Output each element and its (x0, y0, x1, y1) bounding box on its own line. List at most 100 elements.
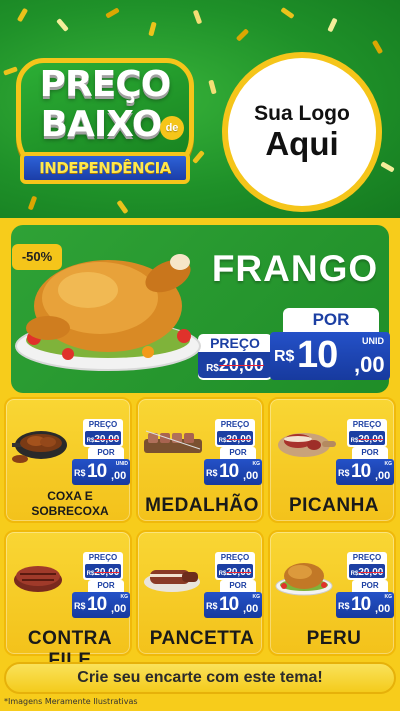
old-price-label: PREÇO (220, 420, 250, 429)
old-price: R$20,00 (85, 431, 121, 445)
disclaimer-text: *Imagens Meramente Ilustrativas (4, 697, 138, 706)
hero-old-price-box: PREÇO R$20,00 (198, 334, 272, 380)
product-card: PREÇO R$20,00 POR R$ 10 ,00 KG PICANHA (268, 397, 396, 523)
price-cents: ,00 (243, 603, 259, 615)
old-price: R$20,00 (217, 431, 253, 445)
price-int: 10 (87, 594, 107, 615)
hero-price-box: R$ 10 ,00 UNID (270, 332, 390, 380)
product-card: PREÇO R$20,00 POR R$ 10 ,00 KG PANCETTA (136, 530, 264, 656)
old-price: R$20,00 (349, 431, 385, 445)
old-value: 20,00 (94, 434, 120, 445)
old-value: 20,00 (226, 434, 252, 445)
currency: R$ (338, 601, 350, 611)
product-card: PREÇO R$20,00 POR R$ 10 ,00 KG MEDALHÃO (136, 397, 264, 523)
confetti-decoration (192, 9, 203, 25)
por-label: POR (352, 580, 388, 592)
price-cents: ,00 (243, 470, 259, 482)
price-box: R$ 10 ,00 KG (204, 459, 262, 485)
old-price-label: PREÇO (352, 420, 382, 429)
old-price-label: PREÇO (88, 553, 118, 562)
product-name-line2: SOBRECOXA (31, 504, 109, 518)
old-price-box: PREÇO R$20,00 (83, 552, 123, 580)
price-box: R$ 10 ,00 KG (72, 592, 130, 618)
price-unit: KG (252, 594, 261, 600)
price-int: 10 (87, 461, 107, 482)
confetti-decoration (371, 39, 384, 55)
old-price-box: PREÇO R$20,00 (347, 552, 387, 580)
old-price-box: PREÇO R$20,00 (83, 419, 123, 447)
product-card: PREÇO R$20,00 POR R$ 10 ,00 KG PERU (268, 530, 396, 656)
product-name: PERU (306, 628, 362, 649)
por-label: POR (88, 580, 124, 592)
currency: R$ (206, 601, 218, 611)
old-price: R$20,00 (349, 564, 385, 578)
price-unit: KG (252, 461, 261, 467)
price-box: R$ 10 ,00 KG (336, 459, 394, 485)
product-name: COXA E SOBRECOXA (6, 489, 134, 519)
flyer-page: PREÇO BAIXO de INDEPENDÊNCIA Sua Logo Aq… (0, 0, 400, 711)
confetti-decoration (380, 161, 395, 173)
price-box: R$ 10 ,00 KG (336, 592, 394, 618)
old-value: 20,00 (358, 434, 384, 445)
currency: R$ (74, 601, 86, 611)
campaign-badge: PREÇO BAIXO de INDEPENDÊNCIA (10, 58, 200, 200)
logo-text-line1: Sua Logo (254, 102, 350, 125)
price-cents: ,00 (375, 470, 391, 482)
confetti-decoration (148, 21, 157, 37)
old-price-box: PREÇO R$20,00 (347, 419, 387, 447)
pancetta-icon (144, 570, 200, 592)
hero-product-name: FRANGO (211, 248, 379, 289)
cta-banner[interactable]: Crie seu encarte com este tema! (4, 662, 396, 694)
confetti-decoration (56, 18, 69, 32)
price-box: R$ 10 ,00 UNID (72, 459, 130, 485)
price-int: 10 (351, 594, 371, 615)
currency: R$ (338, 468, 350, 478)
old-value: 20,00 (226, 567, 252, 578)
hero-price-int: 10 (297, 334, 338, 376)
chicken-legs-pan-icon (12, 431, 67, 463)
hero-por-label: POR (283, 308, 379, 332)
hero-old-price: R$20,00 (198, 352, 272, 378)
old-value: 20,00 (94, 567, 120, 578)
badge-title-line2: BAIXO (40, 104, 163, 145)
old-price-label: PREÇO (352, 553, 382, 562)
confetti-decoration (208, 79, 217, 95)
medallion-skewers-icon (144, 430, 202, 453)
hero-currency: R$ (274, 348, 295, 365)
confetti-decoration (280, 6, 295, 20)
picanha-board-icon (278, 433, 336, 457)
price-cents: ,00 (111, 603, 127, 615)
price-unit: KG (384, 461, 393, 467)
roast-turkey-icon (275, 563, 333, 596)
hero-old-price-label: PREÇO (210, 335, 260, 351)
logo-text-line2: Aqui (265, 125, 339, 162)
price-int: 10 (219, 594, 239, 615)
old-price-label: PREÇO (220, 553, 250, 562)
old-price: R$20,00 (85, 564, 121, 578)
product-name-line1: COXA E (47, 489, 93, 503)
confetti-decoration (105, 7, 120, 19)
old-price: R$20,00 (217, 564, 253, 578)
price-cents: ,00 (375, 603, 391, 615)
confetti-decoration (16, 7, 29, 23)
price-cents: ,00 (111, 470, 127, 482)
badge-ribbon: INDEPENDÊNCIA (20, 152, 190, 184)
confetti-decoration (116, 199, 129, 215)
por-label: POR (220, 447, 256, 459)
product-card: PREÇO R$20,00 POR R$ 10 ,00 KG CONTRA FI… (4, 530, 132, 671)
por-label: POR (220, 580, 256, 592)
product-card: PREÇO R$20,00 POR R$ 10 ,00 UNID COXA E … (4, 397, 132, 523)
badge-de-circle: de (160, 116, 184, 140)
old-price-box: PREÇO R$20,00 (215, 552, 255, 580)
price-unit: UNID (115, 461, 128, 467)
product-name: PICANHA (288, 495, 380, 516)
header-banner: PREÇO BAIXO de INDEPENDÊNCIA Sua Logo Aq… (0, 0, 400, 218)
logo-placeholder: Sua Logo Aqui (222, 52, 382, 212)
price-unit: KG (384, 594, 393, 600)
steak-icon (14, 566, 62, 592)
por-label: POR (352, 447, 388, 459)
old-value: 20,00 (358, 567, 384, 578)
currency: R$ (206, 468, 218, 478)
hero-price-unit: UNID (362, 336, 384, 346)
discount-tag: -50% (12, 244, 62, 270)
